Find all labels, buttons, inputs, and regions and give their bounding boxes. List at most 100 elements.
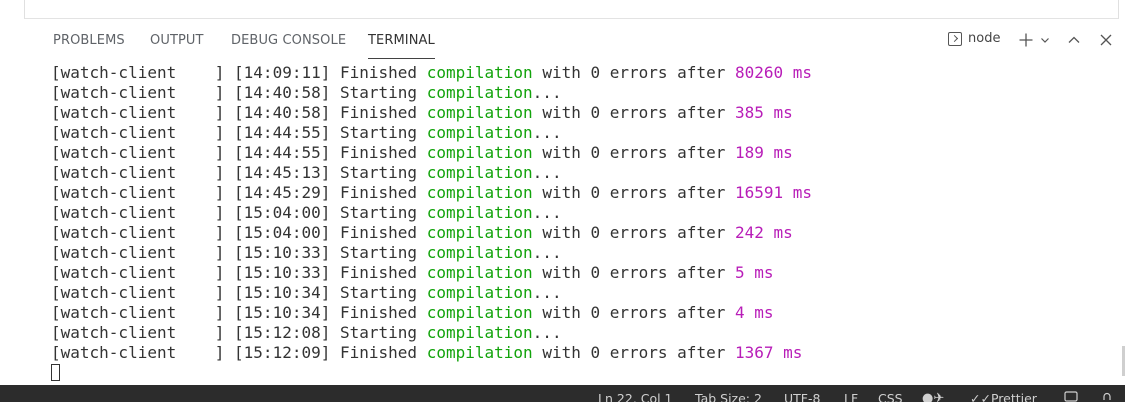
terminal-panel: PROBLEMS OUTPUT DEBUG CONSOLE TERMINAL n… (24, 19, 1125, 385)
line-verb: Starting (340, 283, 418, 302)
close-icon (1100, 34, 1112, 46)
line-keyword: compilation (426, 123, 533, 142)
chevron-up-icon (1068, 36, 1080, 43)
line-prefix: [watch-client ] (51, 243, 225, 262)
line-suffix: ... (532, 83, 562, 102)
line-keyword: compilation (426, 103, 533, 122)
tab-debug-console[interactable]: DEBUG CONSOLE (231, 33, 346, 48)
terminal-selector[interactable]: node (948, 31, 1000, 46)
bell-icon[interactable] (1101, 391, 1113, 402)
terminal-line: [watch-client ] [15:10:33] Starting comp… (51, 243, 1121, 263)
terminal-line: [watch-client ] [14:45:29] Finished comp… (51, 183, 1121, 203)
tab-size[interactable]: Tab Size: 2 (695, 391, 762, 402)
status-bar: Ln 22, Col 1 Tab Size: 2 UTF-8 LF CSS ●✈… (0, 385, 1125, 402)
line-timestamp: [15:10:33] (234, 243, 331, 262)
line-duration: 80260 ms (734, 63, 813, 82)
close-panel-button[interactable] (1096, 30, 1116, 50)
line-prefix: [watch-client ] (51, 223, 225, 242)
line-duration: 242 ms (734, 223, 793, 242)
line-verb: Starting (340, 123, 418, 142)
new-terminal-button[interactable] (1016, 30, 1036, 50)
line-keyword: compilation (426, 83, 533, 102)
line-verb: Finished (340, 303, 418, 322)
line-timestamp: [14:45:29] (234, 183, 331, 202)
line-duration: 189 ms (734, 143, 793, 162)
line-keyword: compilation (426, 263, 533, 282)
terminal-line: [watch-client ] [14:40:58] Starting comp… (51, 83, 1121, 103)
terminal-output[interactable]: [watch-client ] [14:09:11] Finished comp… (51, 63, 1121, 383)
terminal-line: [watch-client ] [15:10:34] Finished comp… (51, 303, 1121, 323)
line-prefix: [watch-client ] (51, 163, 225, 182)
line-duration: 385 ms (734, 103, 793, 122)
line-verb: Finished (340, 63, 418, 82)
line-detail: with 0 errors after (542, 143, 726, 162)
line-detail: with 0 errors after (542, 303, 726, 322)
end-of-line[interactable]: LF (844, 391, 858, 402)
terminal-line: [watch-client ] [15:04:00] Starting comp… (51, 203, 1121, 223)
line-prefix: [watch-client ] (51, 63, 225, 82)
chevron-down-icon (1041, 38, 1049, 43)
line-keyword: compilation (426, 323, 533, 342)
line-timestamp: [14:45:13] (234, 163, 331, 182)
line-keyword: compilation (426, 183, 533, 202)
terminal-prompt-line[interactable] (51, 363, 1121, 383)
plus-icon (1019, 33, 1033, 47)
tab-terminal[interactable]: TERMINAL (368, 33, 435, 59)
terminal-line: [watch-client ] [14:40:58] Finished comp… (51, 103, 1121, 123)
terminal-line: [watch-client ] [14:44:55] Finished comp… (51, 143, 1121, 163)
line-prefix: [watch-client ] (51, 263, 225, 282)
line-detail: with 0 errors after (542, 63, 726, 82)
prettier-status[interactable]: ✓✓Prettier (970, 391, 1037, 402)
line-prefix: [watch-client ] (51, 183, 225, 202)
maximize-panel-button[interactable] (1064, 30, 1084, 50)
line-keyword: compilation (426, 63, 533, 82)
editor-area (0, 0, 1125, 19)
terminal-cursor (51, 364, 60, 381)
line-verb: Starting (340, 83, 418, 102)
line-keyword: compilation (426, 203, 533, 222)
line-verb: Starting (340, 323, 418, 342)
terminal-name: node (968, 31, 1001, 46)
encoding[interactable]: UTF-8 (784, 391, 820, 402)
line-prefix: [watch-client ] (51, 83, 225, 102)
line-verb: Finished (340, 143, 418, 162)
line-detail: with 0 errors after (542, 343, 726, 362)
line-suffix: ... (532, 323, 562, 342)
line-prefix: [watch-client ] (51, 103, 225, 122)
line-duration: 5 ms (734, 263, 774, 282)
line-timestamp: [15:12:09] (234, 343, 331, 362)
line-verb: Finished (340, 183, 418, 202)
tab-output[interactable]: OUTPUT (150, 33, 204, 48)
terminal-line: [watch-client ] [15:10:33] Finished comp… (51, 263, 1121, 283)
panel-header: PROBLEMS OUTPUT DEBUG CONSOLE TERMINAL n… (24, 19, 1125, 63)
line-timestamp: [14:09:11] (234, 63, 331, 82)
terminal-line: [watch-client ] [14:44:55] Starting comp… (51, 123, 1121, 143)
line-duration: 1367 ms (734, 343, 803, 362)
cursor-position[interactable]: Ln 22, Col 1 (598, 391, 673, 402)
line-detail: with 0 errors after (542, 223, 726, 242)
line-verb: Finished (340, 343, 418, 362)
line-keyword: compilation (426, 223, 533, 242)
line-duration: 16591 ms (734, 183, 813, 202)
live-share-icon[interactable]: ●✈ (922, 391, 944, 402)
line-timestamp: [15:10:34] (234, 283, 331, 302)
terminal-line: [watch-client ] [14:09:11] Finished comp… (51, 63, 1121, 83)
line-detail: with 0 errors after (542, 103, 726, 122)
line-detail: with 0 errors after (542, 263, 726, 282)
line-timestamp: [15:04:00] (234, 203, 331, 222)
terminal-line: [watch-client ] [15:04:00] Finished comp… (51, 223, 1121, 243)
line-keyword: compilation (426, 283, 533, 302)
tab-problems[interactable]: PROBLEMS (53, 33, 125, 48)
line-verb: Starting (340, 243, 418, 262)
line-timestamp: [15:12:08] (234, 323, 331, 342)
line-timestamp: [15:04:00] (234, 223, 331, 242)
line-verb: Finished (340, 103, 418, 122)
line-prefix: [watch-client ] (51, 303, 225, 322)
terminal-dropdown-button[interactable] (1035, 30, 1055, 50)
language-mode[interactable]: CSS (878, 391, 903, 402)
terminal-line: [watch-client ] [15:12:09] Finished comp… (51, 343, 1121, 363)
line-timestamp: [14:40:58] (234, 83, 331, 102)
feedback-icon[interactable] (1064, 391, 1078, 402)
line-suffix: ... (532, 243, 562, 262)
line-keyword: compilation (426, 343, 533, 362)
